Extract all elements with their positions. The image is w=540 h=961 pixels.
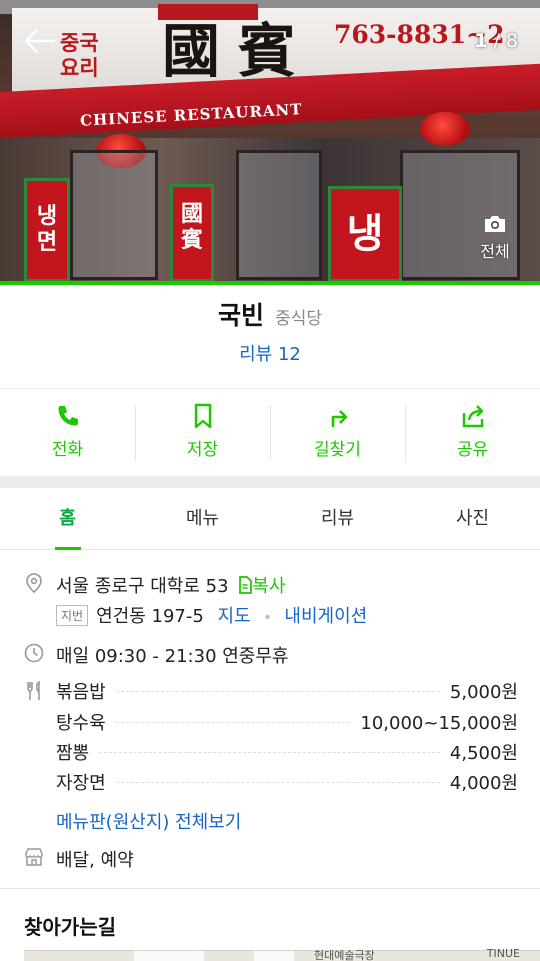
menu-item: 자장면 4,000원 <box>56 773 518 794</box>
tab-menu[interactable]: 메뉴 <box>135 488 270 549</box>
shop-banner: 냉면 <box>24 178 70 282</box>
back-arrow-icon[interactable] <box>22 26 56 56</box>
share-button[interactable]: 공유 <box>405 389 540 476</box>
menu-item: 짬뽕 4,500원 <box>56 743 518 764</box>
map-label: TINUE <box>486 947 520 960</box>
call-button[interactable]: 전화 <box>0 389 135 476</box>
services-text: 배달, 예약 <box>56 850 134 871</box>
store-icon <box>25 848 43 866</box>
section-divider <box>0 888 540 889</box>
jibun-address: 연건동 197-5 <box>96 606 204 627</box>
directions-map[interactable]: 현대예술극장 TINUE <box>24 947 540 961</box>
menu-item: 탕수육 10,000~15,000원 <box>56 713 518 734</box>
fork-knife-icon <box>27 680 40 700</box>
clock-icon <box>24 643 44 663</box>
tab-photos[interactable]: 사진 <box>405 488 540 549</box>
jibun-badge: 지번 <box>56 605 89 626</box>
bookmark-icon <box>194 403 211 429</box>
address-text: 서울 종로구 대학로 53 <box>56 576 229 597</box>
tab-bar: 홈 메뉴 리뷰 사진 <box>0 488 540 550</box>
full-menu-link[interactable]: 메뉴판(원산지) 전체보기 <box>56 808 241 834</box>
phone-icon <box>58 406 78 426</box>
save-button[interactable]: 저장 <box>135 389 270 476</box>
sign-hanja: 國賓 <box>162 17 315 85</box>
copy-address-button[interactable]: 복사 <box>238 576 285 597</box>
copy-icon <box>239 576 253 594</box>
hours-text: 매일 09:30 - 21:30 연중무휴 <box>56 646 289 667</box>
location-pin-icon <box>26 573 42 594</box>
shop-banner: 냉 <box>328 186 402 282</box>
section-gap <box>0 476 540 488</box>
action-bar: 전화 저장 길찾기 공유 <box>0 388 540 476</box>
photo-counter: 1 / 8 <box>474 30 518 52</box>
menu-item: 볶음밥 5,000원 <box>56 682 518 703</box>
navigation-link[interactable]: 내비게이션 <box>284 606 367 627</box>
hero-photo[interactable]: 중국 요리 國賓 763-8831~2 CHINESE RESTAURANT 냉… <box>0 0 540 283</box>
directions-icon <box>331 410 347 427</box>
tab-reviews[interactable]: 리뷰 <box>270 488 405 549</box>
shop-window <box>70 150 158 280</box>
map-label: 현대예술극장 <box>314 949 375 961</box>
directions-title: 찾아가는길 <box>24 915 116 939</box>
map-link[interactable]: 지도 <box>218 606 251 627</box>
place-category: 중식당 <box>275 309 323 329</box>
tab-home[interactable]: 홈 <box>0 488 135 550</box>
place-header: 국빈 중식당 <box>0 296 540 332</box>
camera-icon <box>485 216 505 232</box>
view-all-photos-button[interactable]: 전체 <box>468 214 522 262</box>
hero-accent-line <box>0 281 540 285</box>
sign-korean: 중국 요리 <box>60 30 99 80</box>
shop-banner: 國賓 <box>170 184 214 282</box>
review-count-link[interactable]: 리뷰 12 <box>0 340 540 366</box>
share-icon <box>462 405 483 428</box>
place-name: 국빈 <box>217 301 264 330</box>
directions-button[interactable]: 길찾기 <box>270 389 405 476</box>
lantern <box>420 112 470 146</box>
shop-window <box>236 150 322 280</box>
